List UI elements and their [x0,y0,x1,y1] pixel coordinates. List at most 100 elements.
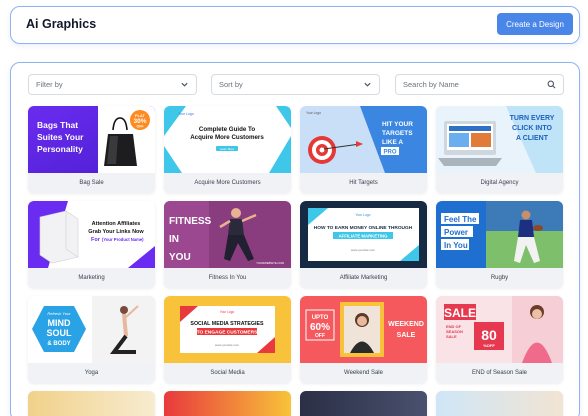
template-thumbnail: Your Logo SOCIAL MEDIA STRATEGIES TO ENG… [164,296,291,363]
gallery-panel: Filter by Sort by Search by Name FLAT 30… [10,62,580,416]
template-thumbnail: Attention Affiliates Grab Your Links Now… [28,201,155,268]
thumb-text: Grab Your Links Now [88,229,144,235]
app-header: Ai Graphics Create a Design [10,6,580,44]
thumb-text: OFF [315,333,325,339]
logo-text: Your Logo [306,111,321,115]
chevron-down-icon [181,82,188,87]
template-caption: Yoga [84,370,99,376]
logo-text: Your Logo [356,213,371,217]
search-input[interactable]: Search by Name [395,74,564,95]
thumb-text: LIKE A [382,139,403,146]
thumb-text: Personality [37,144,83,154]
thumb-text: FITNESS [169,216,212,227]
thumb-text: HOW TO EARN MONEY ONLINE THROUGH [314,225,413,231]
app-title: Ai Graphics [26,17,97,31]
template-thumbnail: FITNESS IN YOU YOURWEBSITE.COM [164,201,291,268]
template-card-weekend-sale[interactable]: UPTO 60% OFF WEEKEND SALE Weekend Sale [300,296,427,383]
template-thumbnail: Your Logo Complete Guide To Acquire More… [164,106,291,173]
template-caption: Rugby [490,275,509,281]
chevron-down-icon [364,82,371,87]
template-card-marketing[interactable]: Attention Affiliates Grab Your Links Now… [28,201,155,288]
thumb-text: & BODY [47,341,70,347]
template-card-fitness[interactable]: FITNESS IN YOU YOURWEBSITE.COM Fitness I… [164,201,291,288]
template-card[interactable] [300,391,427,416]
thumb-text: SOUL [46,328,72,338]
template-caption: Social Media [210,370,245,376]
template-card-rugby[interactable]: Feel The Power In You Rugby [436,201,563,288]
thumb-text: SALE [444,306,476,320]
template-thumbnail [164,391,291,416]
badge-text: OFF [137,125,145,129]
template-caption: Marketing [78,275,105,281]
template-card-yoga[interactable]: Refresh Your MIND SOUL & BODY Yoga [28,296,155,383]
thumb-text: UPTO [312,315,329,321]
template-thumbnail: FLAT 30% OFF Bags That Suites Your Perso… [28,106,155,173]
thumb-text: SALE [397,332,416,339]
template-caption: END of Season Sale [471,370,528,376]
thumb-text: 80 [481,327,497,343]
template-card[interactable] [436,391,563,416]
template-caption: Fitness In You [208,275,247,281]
thumb-text: MIND [48,318,71,328]
thumb-text: TURN EVERY [510,115,555,122]
sort-dropdown[interactable]: Sort by [211,74,380,95]
thumb-text: AFFILIATE MARKETING [339,233,389,238]
thumb-text: Complete Guide To [199,126,255,133]
thumb-text: Power [444,228,468,237]
template-caption: Hit Targets [349,180,378,186]
create-design-button[interactable]: Create a Design [497,13,573,35]
template-caption: Weekend Sale [344,370,383,376]
template-card-end-season-sale[interactable]: SALE END OF SEASON SALE 80 %OFF END of S… [436,296,563,383]
thumb-text: IN [169,234,179,245]
template-card-digital-agency[interactable]: TURN EVERY CLICK INTO A CLIENT Digital A… [436,106,563,193]
thumb-text: 60% [310,322,330,333]
sort-label: Sort by [219,80,243,89]
thumb-text: TO ENGAGE CUSTOMERS [197,330,258,336]
template-thumbnail [436,391,563,416]
template-thumbnail [28,391,155,416]
thumb-text: (Your Product Name) [102,237,144,242]
thumb-button: Learn More [220,147,235,151]
thumb-text: In You [444,241,468,250]
thumb-text: HIT YOUR [382,121,413,128]
template-card[interactable] [28,391,155,416]
template-card-social-media[interactable]: Your Logo SOCIAL MEDIA STRATEGIES TO ENG… [164,296,291,383]
template-thumbnail: Your Logo HOW TO EARN MONEY ONLINE THROU… [300,201,427,268]
thumb-text: Bags That [37,120,78,130]
template-caption: Acquire More Customers [194,180,261,186]
thumb-text: Attention Affiliates [92,221,141,227]
thumb-text: Suites Your [37,132,84,142]
template-thumbnail [300,391,427,416]
thumb-text: www.yoursite.com [215,343,240,347]
thumb-text: PRO [383,150,396,156]
thumb-text: TARGETS [382,130,413,137]
thumb-text: www.yoursite.com [351,248,376,252]
template-card-hit-targets[interactable]: Your Logo HIT YOUR TARGETS LIKE A PRO Hi… [300,106,427,193]
thumb-text: Refresh Your [47,311,71,316]
thumb-text: YOURWEBSITE.COM [256,261,285,265]
thumb-text: Feel The [444,215,477,224]
thumb-text: Acquire More Customers [190,134,264,141]
template-caption: Digital Agency [480,180,519,186]
thumb-text: %OFF [483,343,495,348]
template-thumbnail: Refresh Your MIND SOUL & BODY [28,296,155,363]
template-caption: Bag Sale [79,180,104,186]
thumb-text: YOU [169,252,191,263]
filter-label: Filter by [36,80,63,89]
search-icon [547,80,556,89]
template-thumbnail: TURN EVERY CLICK INTO A CLIENT [436,106,563,173]
template-card[interactable] [164,391,291,416]
filter-dropdown[interactable]: Filter by [28,74,197,95]
template-card-bag-sale[interactable]: FLAT 30% OFF Bags That Suites Your Perso… [28,106,155,193]
logo-text: Your Logo [178,112,194,116]
thumb-text: WEEKEND [388,321,424,328]
thumb-text: SOCIAL MEDIA STRATEGIES [190,321,264,327]
template-card-affiliate-marketing[interactable]: Your Logo HOW TO EARN MONEY ONLINE THROU… [300,201,427,288]
template-thumbnail: UPTO 60% OFF WEEKEND SALE [300,296,427,363]
thumb-text: A CLIENT [516,135,549,142]
template-caption: Affiliate Marketing [339,275,388,281]
thumb-text: SALE [446,334,457,339]
logo-text: Your Logo [220,310,235,314]
template-thumbnail: Feel The Power In You [436,201,563,268]
template-card-acquire-customers[interactable]: Your Logo Complete Guide To Acquire More… [164,106,291,193]
